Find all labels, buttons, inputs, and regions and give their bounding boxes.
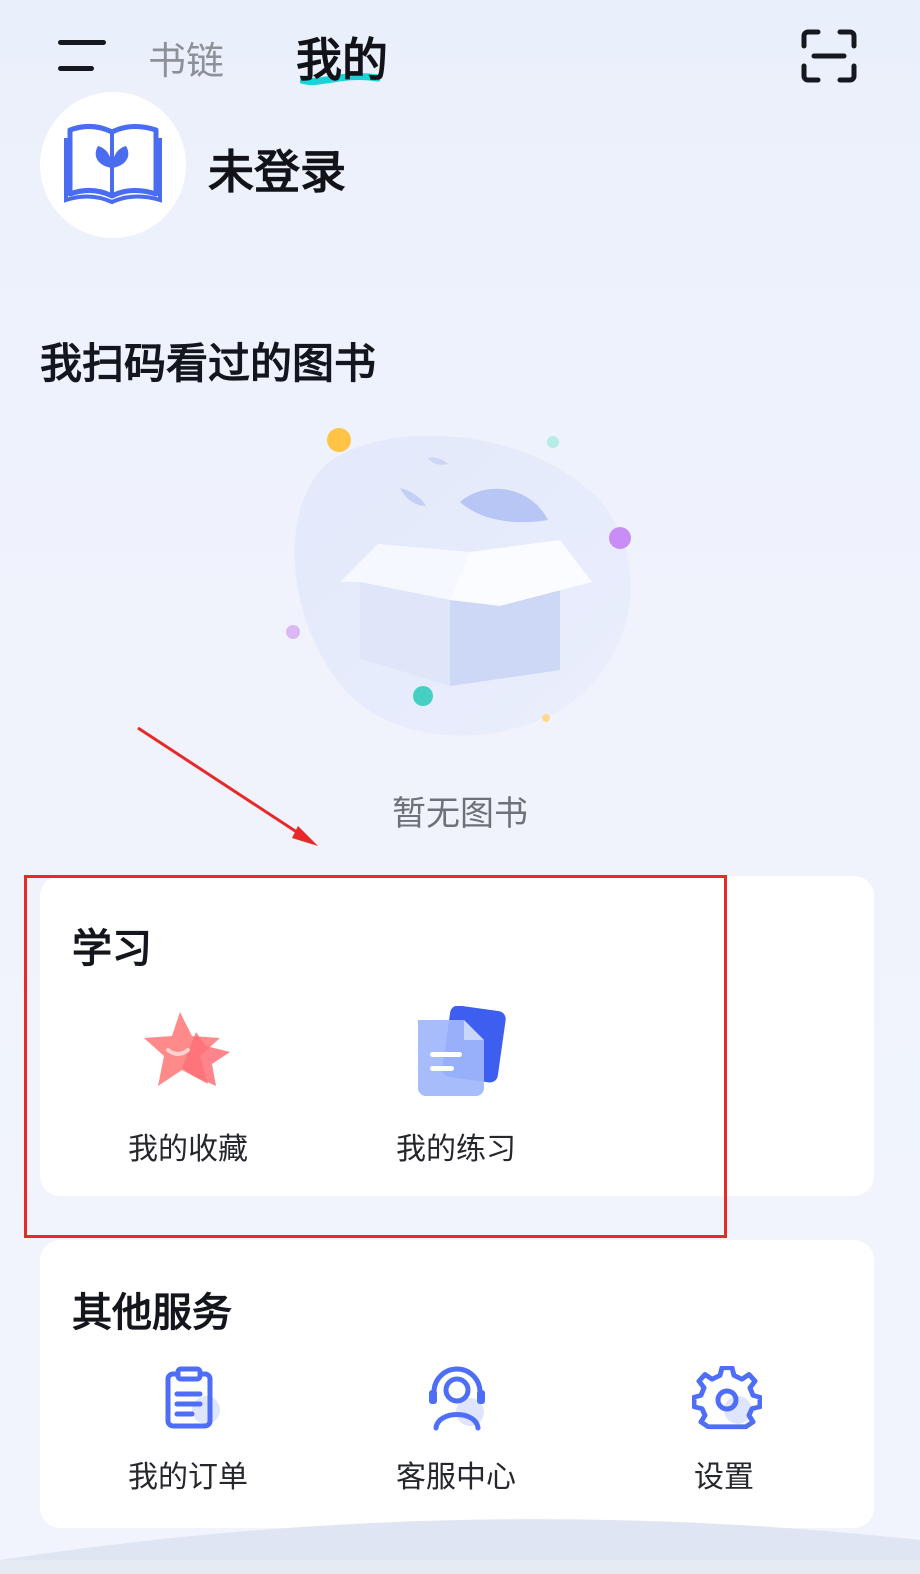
menu-icon[interactable] xyxy=(58,38,108,74)
book-logo-icon xyxy=(64,124,162,205)
settings-label: 设置 xyxy=(694,1460,754,1495)
customer-service-label: 客服中心 xyxy=(396,1460,516,1495)
tab-booklink[interactable]: 书链 xyxy=(148,30,224,85)
my-orders-button[interactable]: 我的订单 xyxy=(78,1366,298,1506)
mine-page: 书链 我的 未登录 我扫码看过的图书 暂无图书 学习 我的收藏 我的练习 其他服… xyxy=(0,0,920,1574)
settings-button[interactable]: 设置 xyxy=(614,1366,834,1506)
empty-box-illustration xyxy=(286,428,631,736)
tab-mine[interactable]: 我的 xyxy=(296,24,388,90)
avatar[interactable] xyxy=(40,92,186,238)
annotation-arrow xyxy=(137,726,318,846)
headset-icon xyxy=(429,1366,485,1431)
scan-icon[interactable] xyxy=(800,28,858,84)
gear-icon xyxy=(692,1366,762,1430)
login-status[interactable]: 未登录 xyxy=(208,136,346,202)
bottom-decoration xyxy=(0,1519,920,1574)
clipboard-icon xyxy=(165,1366,220,1429)
my-orders-label: 我的订单 xyxy=(128,1460,248,1495)
services-card-title: 其他服务 xyxy=(72,1290,232,1336)
customer-service-button[interactable]: 客服中心 xyxy=(346,1366,566,1506)
scanned-books-title: 我扫码看过的图书 xyxy=(40,339,377,388)
annotation-highlight-box xyxy=(24,875,727,1238)
services-card: 其他服务 我的订单 客服中心 设置 xyxy=(40,1240,874,1528)
